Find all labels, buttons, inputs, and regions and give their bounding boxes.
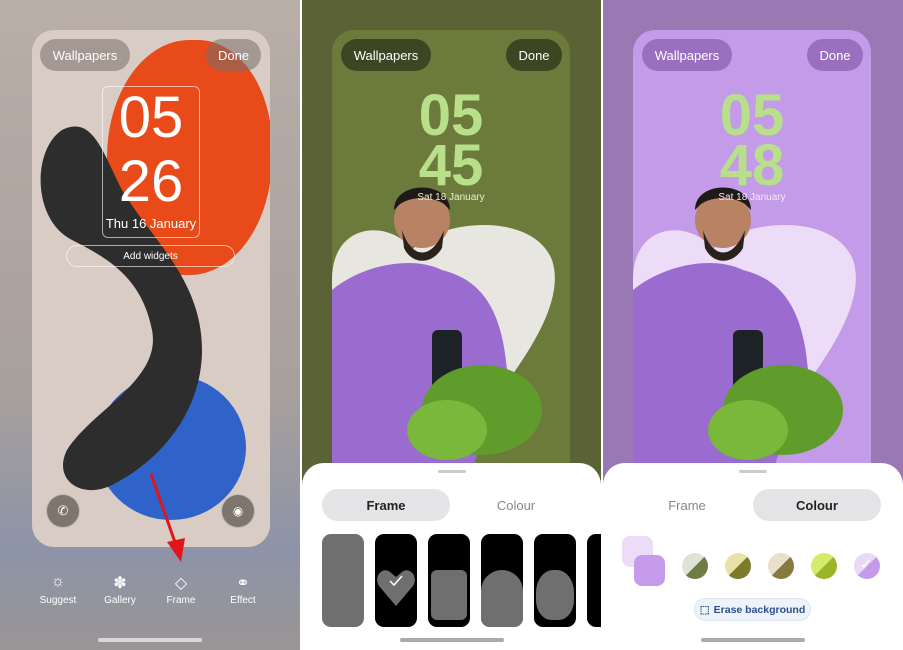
flower-icon: ✽: [113, 575, 127, 592]
frame-icon: ◇: [174, 575, 188, 592]
frame-option-heart[interactable]: [375, 534, 417, 627]
heart-framed-photo: [633, 187, 856, 480]
colour-swatch[interactable]: [811, 553, 837, 579]
clock-minute: 48: [719, 133, 785, 198]
toolbar-suggest[interactable]: ☼ Suggest: [28, 573, 88, 606]
erase-background-button[interactable]: ⬚ Erase background: [694, 598, 811, 621]
heart-framed-photo: [332, 187, 555, 480]
clock-minute: 45: [418, 133, 484, 198]
tab-frame[interactable]: Frame: [322, 489, 450, 521]
red-arrow-annotation: [149, 473, 185, 562]
wallpapers-button[interactable]: Wallpapers: [341, 39, 431, 71]
done-button[interactable]: Done: [506, 39, 562, 71]
done-button[interactable]: Done: [807, 39, 863, 71]
colour-bottom-sheet: Frame Colour ✓ ⬚ Erase background: [603, 463, 903, 650]
toolbar-effect[interactable]: ⚭ Effect: [213, 573, 273, 606]
lock-screen-preview: 05 45 Sat 18 January: [332, 30, 570, 490]
check-icon: ✓: [860, 556, 872, 572]
home-indicator: [701, 638, 805, 642]
tab-colour[interactable]: Colour: [452, 489, 580, 521]
phone-shortcut-icon[interactable]: ✆: [46, 494, 80, 528]
toolbar-gallery[interactable]: ✽ Gallery: [90, 573, 150, 606]
camera-shortcut-icon[interactable]: ◉: [221, 494, 255, 528]
tab-colour[interactable]: Colour: [753, 489, 881, 521]
sheet-handle[interactable]: [739, 470, 767, 473]
frame-option-square[interactable]: [428, 534, 470, 627]
frame-option-none[interactable]: [322, 534, 364, 627]
clock-hour: 05: [118, 85, 184, 150]
colour-swatch[interactable]: [768, 553, 794, 579]
frame-option-more[interactable]: [587, 534, 601, 627]
sheet-handle[interactable]: [437, 470, 466, 473]
lightbulb-icon: ☼: [50, 573, 66, 590]
effect-icon: ⚭: [236, 575, 250, 592]
wallpapers-button[interactable]: Wallpapers: [642, 39, 732, 71]
done-button[interactable]: Done: [206, 39, 261, 71]
home-indicator: [399, 638, 504, 642]
frame-option-arch[interactable]: [481, 534, 523, 627]
home-indicator: [98, 638, 202, 642]
clock-date: Sat 18 January: [718, 192, 786, 203]
tab-frame[interactable]: Frame: [623, 489, 751, 521]
lock-screen-preview: 05 48 Sat 18 January: [633, 30, 871, 490]
frame-bottom-sheet: Frame Colour: [302, 463, 601, 650]
eraser-icon: ⬚: [699, 603, 710, 616]
toolbar-frame[interactable]: ◇ Frame: [151, 573, 211, 606]
colour-editor-panel: 05 48 Sat 18 January Wallpapers Done Fra…: [603, 0, 903, 650]
clock-date: Thu 16 January: [105, 216, 197, 231]
colour-swatch[interactable]: [725, 553, 751, 579]
colour-swatch[interactable]: ✓: [854, 553, 880, 579]
frame-option-blob[interactable]: [534, 534, 576, 627]
clock-minute: 26: [118, 149, 184, 214]
clock-date: Sat 18 January: [417, 192, 485, 203]
add-widgets-button[interactable]: Add widgets: [66, 245, 235, 267]
selected-colour-dark[interactable]: [634, 555, 665, 586]
lock-screen-editor-panel: 05 26 Thu 16 January Add widgets ✆ ◉ Wal…: [0, 0, 300, 650]
frame-editor-panel: 05 45 Sat 18 January Wallpapers Done Fra…: [302, 0, 601, 650]
wallpapers-button[interactable]: Wallpapers: [40, 39, 130, 71]
colour-swatch[interactable]: [682, 553, 708, 579]
